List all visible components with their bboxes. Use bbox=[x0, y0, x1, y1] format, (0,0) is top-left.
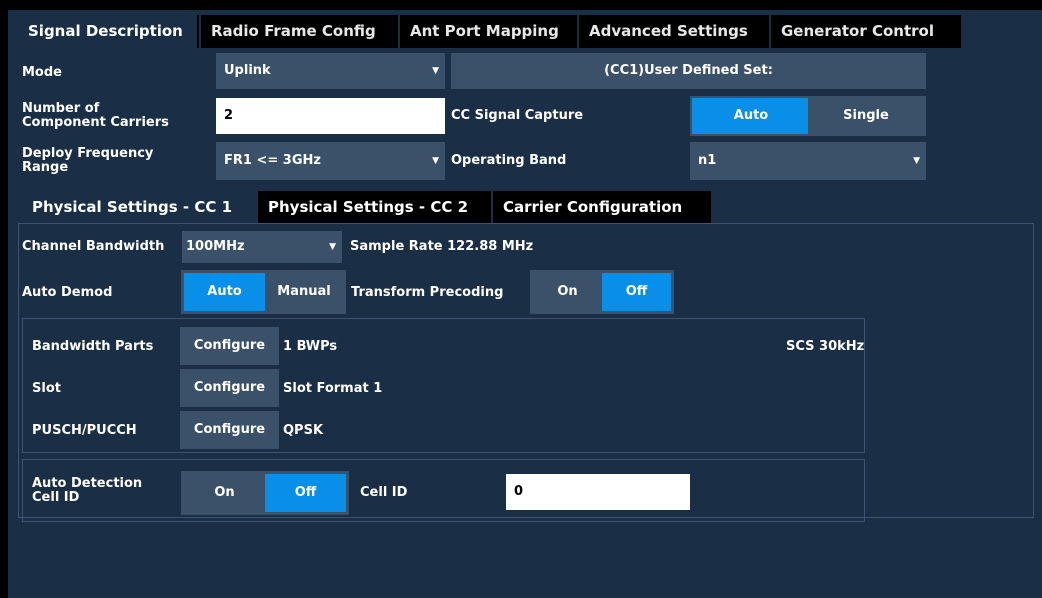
dropdown-arrow-icon: ▼ bbox=[432, 156, 439, 166]
auto-detection-off-button[interactable]: Off bbox=[265, 474, 346, 512]
user-defined-set-button[interactable]: (CC1)User Defined Set: bbox=[451, 53, 926, 89]
channel-bw-dropdown[interactable]: 100MHz ▼ bbox=[182, 231, 342, 263]
auto-demod-manual-button[interactable]: Manual bbox=[265, 273, 343, 311]
transform-precoding-label: Transform Precoding bbox=[351, 285, 504, 300]
tab-radio-frame-config[interactable]: Radio Frame Config bbox=[201, 15, 398, 48]
auto-detection-on-button[interactable]: On bbox=[184, 474, 265, 512]
num-cc-label-line1: Number of bbox=[22, 101, 100, 116]
cc-capture-label: CC Signal Capture bbox=[451, 108, 584, 123]
tab-advanced-settings[interactable]: Advanced Settings bbox=[579, 15, 769, 48]
cc-capture-toggle: Auto Single bbox=[690, 96, 926, 136]
mode-label: Mode bbox=[22, 65, 62, 80]
bwp-label: Bandwidth Parts bbox=[32, 339, 154, 354]
subtab-physical-cc2[interactable]: Physical Settings - CC 2 bbox=[258, 191, 491, 223]
auto-demod-label: Auto Demod bbox=[22, 285, 113, 300]
deploy-label: Deploy Frequency Range bbox=[22, 147, 153, 175]
deploy-dropdown[interactable]: FR1 <= 3GHz ▼ bbox=[216, 142, 445, 180]
dropdown-arrow-icon: ▼ bbox=[432, 66, 439, 76]
sample-rate-text: Sample Rate 122.88 MHz bbox=[350, 239, 534, 254]
operating-band-dropdown[interactable]: n1 ▼ bbox=[690, 142, 926, 180]
slot-configure-button[interactable]: Configure bbox=[180, 369, 279, 407]
dropdown-arrow-icon: ▼ bbox=[329, 242, 336, 252]
auto-demod-toggle: Auto Manual bbox=[181, 270, 346, 314]
tab-generator-control[interactable]: Generator Control bbox=[771, 15, 961, 48]
scs-value: SCS 30kHz bbox=[786, 339, 865, 354]
transform-on-button[interactable]: On bbox=[533, 273, 602, 311]
cell-id-label: Cell ID bbox=[360, 485, 408, 500]
num-cc-label: Number of Component Carriers bbox=[22, 102, 169, 130]
tab-signal-description[interactable]: Signal Description bbox=[18, 15, 199, 48]
dropdown-arrow-icon: ▼ bbox=[913, 156, 920, 166]
pusch-configure-button[interactable]: Configure bbox=[180, 411, 279, 449]
operating-band-value: n1 bbox=[698, 153, 717, 168]
auto-detection-toggle: On Off bbox=[181, 471, 349, 515]
auto-detection-label: Auto Detection Cell ID bbox=[32, 477, 142, 505]
auto-demod-auto-button[interactable]: Auto bbox=[184, 273, 265, 311]
mode-value: Uplink bbox=[224, 63, 271, 78]
auto-detection-label-line2: Cell ID bbox=[32, 490, 80, 505]
cell-id-input[interactable]: 0 bbox=[506, 474, 690, 510]
pusch-label: PUSCH/PUCCH bbox=[32, 423, 137, 438]
deploy-label-line1: Deploy Frequency bbox=[22, 146, 154, 161]
mode-dropdown[interactable]: Uplink ▼ bbox=[216, 53, 445, 89]
subtab-carrier-configuration[interactable]: Carrier Configuration bbox=[493, 191, 711, 223]
tab-ant-port-mapping[interactable]: Ant Port Mapping bbox=[400, 15, 577, 48]
channel-bw-label: Channel Bandwidth bbox=[22, 239, 165, 254]
num-cc-input[interactable]: 2 bbox=[216, 98, 445, 134]
cc-capture-single-button[interactable]: Single bbox=[808, 98, 924, 134]
bwp-configure-button[interactable]: Configure bbox=[180, 327, 279, 365]
deploy-value: FR1 <= 3GHz bbox=[224, 153, 321, 168]
auto-detection-label-line1: Auto Detection bbox=[32, 476, 143, 491]
subtab-physical-cc1[interactable]: Physical Settings - CC 1 bbox=[22, 191, 256, 223]
auto-detection-group bbox=[22, 459, 865, 522]
pusch-value: QPSK bbox=[283, 423, 324, 438]
num-cc-label-line2: Component Carriers bbox=[22, 115, 169, 130]
operating-band-label: Operating Band bbox=[451, 153, 567, 168]
slot-label: Slot bbox=[32, 381, 61, 396]
transform-precoding-toggle: On Off bbox=[530, 270, 674, 314]
cc-capture-auto-button[interactable]: Auto bbox=[692, 98, 810, 134]
deploy-label-line2: Range bbox=[22, 160, 69, 175]
transform-off-button[interactable]: Off bbox=[602, 273, 671, 311]
bwp-value: 1 BWPs bbox=[283, 339, 338, 354]
channel-bw-value: 100MHz bbox=[186, 239, 245, 254]
slot-value: Slot Format 1 bbox=[283, 381, 383, 396]
